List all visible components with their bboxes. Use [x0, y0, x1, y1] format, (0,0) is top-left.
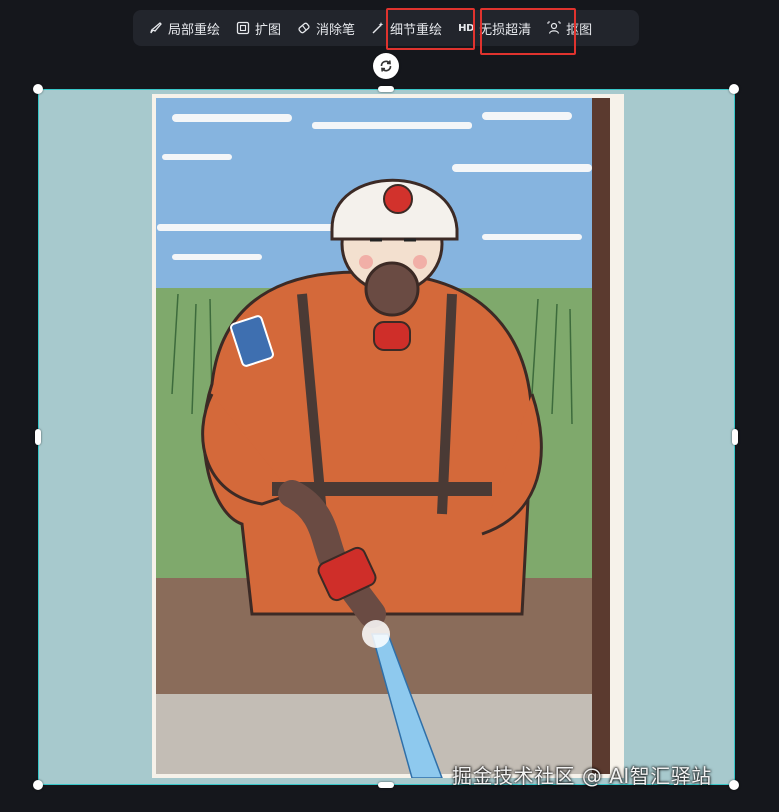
resize-handle-bottom[interactable] — [378, 782, 394, 788]
resize-handle-top-right[interactable] — [729, 84, 739, 94]
local-repaint-button[interactable]: 局部重绘 — [141, 10, 228, 46]
resize-handle-left[interactable] — [35, 429, 41, 445]
highlight-lossless-upscale — [480, 8, 576, 55]
expand-icon — [236, 21, 250, 35]
eraser-button[interactable]: 消除笔 — [289, 10, 363, 46]
brush-icon — [149, 21, 163, 35]
rotate-icon — [380, 60, 392, 72]
highlight-detail-repaint — [386, 8, 475, 50]
rotate-handle[interactable] — [373, 53, 399, 79]
local-repaint-label: 局部重绘 — [168, 22, 221, 38]
resize-handle-top[interactable] — [378, 86, 394, 92]
eraser-label: 消除笔 — [316, 22, 356, 38]
eraser-icon — [297, 21, 311, 35]
magic-wand-icon — [371, 21, 385, 35]
resize-handle-right[interactable] — [732, 429, 738, 445]
expand-image-button[interactable]: 扩图 — [228, 10, 289, 46]
resize-handle-top-left[interactable] — [33, 84, 43, 94]
resize-handle-bottom-right[interactable] — [729, 780, 739, 790]
watermark-text: 掘金技术社区 @ AI智汇驿站 — [452, 764, 712, 788]
firefighter-illustration — [152, 94, 624, 778]
resize-handle-bottom-left[interactable] — [33, 780, 43, 790]
expand-image-label: 扩图 — [255, 22, 282, 38]
